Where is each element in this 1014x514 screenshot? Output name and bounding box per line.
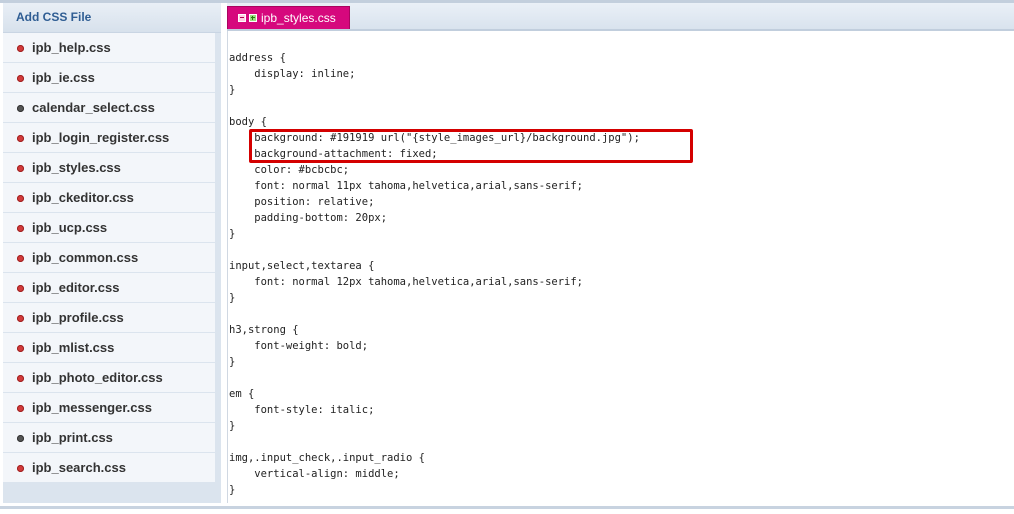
code-line: font-weight: bold; [229,340,369,352]
code-line: h3,strong { [229,324,299,336]
file-item-label: ipb_ckeditor.css [32,190,134,205]
file-item-label: ipb_styles.css [32,160,121,175]
code-line: } [229,484,236,496]
red-dot-icon [17,75,24,82]
code-line: color: #bcbcbc; [229,164,350,176]
css-file-list: ipb_help.css ipb_ie.css calendar_select.cs… [3,33,215,483]
code-line: vertical-align: middle; [229,468,400,480]
red-dot-icon [17,45,24,52]
code-line: } [229,228,236,240]
code-line: input,select,textarea { [229,260,375,272]
code-line: } [229,356,236,368]
code-line: em { [229,388,255,400]
file-item[interactable]: ipb_search.css [3,453,215,482]
file-item-label: ipb_photo_editor.css [32,370,163,385]
add-css-file-header[interactable]: Add CSS File [3,3,221,33]
file-item[interactable]: ipb_help.css [3,33,215,62]
file-item[interactable]: ipb_editor.css [3,273,215,302]
file-item[interactable]: ipb_profile.css [3,303,215,332]
file-item[interactable]: ipb_ucp.css [3,213,215,242]
file-item[interactable]: ipb_photo_editor.css [3,363,215,392]
red-dot-icon [17,285,24,292]
file-item-label: ipb_profile.css [32,310,124,325]
tab-bar: ipb_styles.css [227,3,1014,31]
file-item[interactable]: ipb_styles.css [3,153,215,182]
red-dot-icon [17,375,24,382]
code-line: img,.input_check,.input_radio { [229,452,425,464]
file-item[interactable]: ipb_common.css [3,243,215,272]
highlight-annotation-box [249,129,693,163]
code-line: font: normal 12px tahoma,helvetica,arial… [229,276,584,288]
code-line: display: inline; [229,68,356,80]
code-line: font: normal 11px tahoma,helvetica,arial… [229,180,584,192]
file-item[interactable]: calendar_select.css [3,93,215,122]
file-item[interactable]: ipb_login_register.css [3,123,215,152]
tab-label: ipb_styles.css [261,11,336,25]
red-dot-icon [17,195,24,202]
file-item[interactable]: ipb_mlist.css [3,333,215,362]
red-dot-icon [17,315,24,322]
file-item-label: ipb_messenger.css [32,400,152,415]
red-dot-icon [17,135,24,142]
file-item-label: calendar_select.css [32,100,155,115]
red-dot-icon [17,465,24,472]
file-item-label: ipb_search.css [32,460,126,475]
sidebar: Add CSS File ipb_help.css ipb_ie.csscalen… [3,3,221,503]
red-dot-icon [17,345,24,352]
file-item[interactable]: ipb_ckeditor.css [3,183,215,212]
file-item[interactable]: ipb_print.css [3,423,215,452]
red-dot-icon [17,165,24,172]
file-item[interactable]: ipb_ie.css [3,63,215,92]
file-item-label: ipb_ucp.css [32,220,108,235]
red-dot-icon [17,405,24,412]
file-item-label: ipb_help.css [32,40,111,55]
file-item-label: ipb_editor.css [32,280,120,295]
red-dot-icon [17,255,24,262]
red-dot-icon [17,225,24,232]
css-code-text[interactable]: address { display: inline; } body { back… [229,50,640,498]
code-line: } [229,292,236,304]
file-item-label: ipb_ie.css [32,70,95,85]
code-line: position: relative; [229,196,375,208]
file-item-label: ipb_login_register.css [32,130,170,145]
bottom-border [0,506,1014,514]
code-line: font-style: italic; [229,404,375,416]
code-line: body { [229,116,267,128]
file-item-label: ipb_print.css [32,430,113,445]
file-item-label: ipb_mlist.css [32,340,115,355]
code-line: padding-bottom: 20px; [229,212,388,224]
code-line: } [229,420,236,432]
code-line: } [229,84,236,96]
gray-dot-icon [17,105,24,112]
minus-box-icon[interactable] [238,14,246,22]
file-item[interactable]: ipb_messenger.css [3,393,215,422]
tab-ipb-styles[interactable]: ipb_styles.css [227,6,350,29]
code-line: address { [229,52,286,64]
code-editor[interactable]: address { display: inline; } body { back… [227,31,1014,503]
file-item-label: ipb_common.css [32,250,139,265]
plus-box-icon[interactable] [249,14,257,22]
gray-dot-icon [17,435,24,442]
